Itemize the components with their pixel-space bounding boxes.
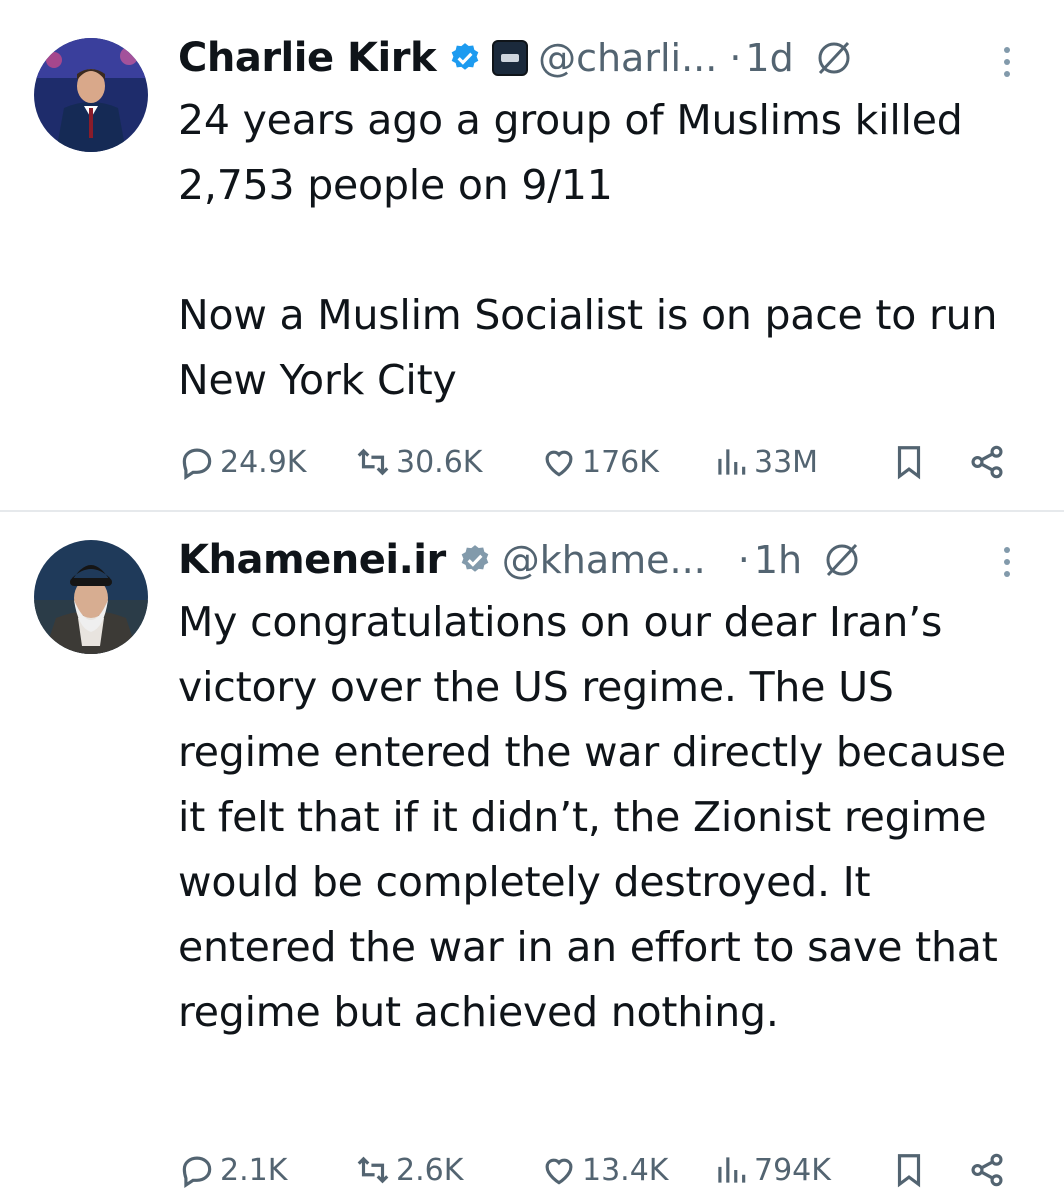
views-count: 794K	[754, 1152, 831, 1188]
bookmark-button[interactable]	[890, 1148, 928, 1192]
grok-icon[interactable]	[822, 540, 862, 580]
reply-button[interactable]: 24.9K	[178, 440, 306, 484]
avatar[interactable]	[34, 38, 148, 152]
more-options-icon[interactable]	[998, 542, 1016, 582]
bookmark-icon	[897, 446, 921, 480]
reply-button[interactable]: 2.1K	[178, 1148, 287, 1192]
share-icon	[971, 445, 1003, 479]
repost-button[interactable]: 2.6K	[354, 1148, 463, 1192]
author-name[interactable]: Charlie Kirk	[178, 35, 437, 81]
share-button[interactable]	[968, 1148, 1006, 1192]
tweet-khamenei[interactable]: Khamenei.ir @khame... · 1h My congratula…	[0, 512, 1064, 1200]
share-button[interactable]	[968, 440, 1006, 484]
verified-badge-icon	[461, 545, 489, 572]
reply-count: 2.1K	[220, 1152, 288, 1188]
avatar[interactable]	[34, 540, 148, 654]
tweet-paragraph: 24 years ago a group of Muslims killed 2…	[178, 96, 963, 209]
repost-button[interactable]: 30.6K	[354, 440, 482, 484]
like-count: 176K	[582, 444, 659, 480]
timestamp[interactable]: 1h	[754, 538, 802, 582]
more-options-icon[interactable]	[998, 42, 1016, 82]
tweet-text: My congratulations on our dear Iran’s vi…	[178, 590, 1038, 1045]
tweet-charlie-kirk[interactable]: Charlie Kirk @charli... · 1d 24 years ag…	[0, 0, 1064, 512]
views-button[interactable]: 794K	[712, 1148, 831, 1192]
grok-icon[interactable]	[814, 38, 854, 78]
author-name[interactable]: Khamenei.ir	[178, 537, 446, 583]
author-handle[interactable]: @charli...	[538, 36, 717, 80]
tweet-text: 24 years ago a group of Muslims killed 2…	[178, 88, 1038, 413]
action-bar: 24.9K 30.6K 176K 33M	[0, 440, 1064, 484]
like-count: 13.4K	[582, 1152, 669, 1188]
views-icon	[718, 449, 746, 475]
views-button[interactable]: 33M	[712, 440, 818, 484]
views-icon	[718, 1157, 746, 1183]
reply-count: 24.9K	[220, 444, 307, 480]
separator-dot: ·	[729, 36, 742, 80]
timestamp[interactable]: 1d	[745, 36, 793, 80]
bookmark-icon	[897, 1154, 921, 1188]
views-count: 33M	[754, 444, 819, 480]
tweet-header: Khamenei.ir @khame... · 1h	[178, 532, 862, 588]
repost-icon	[357, 1156, 389, 1184]
share-icon	[971, 1153, 1003, 1187]
affiliation-badge-icon[interactable]	[492, 40, 529, 76]
action-bar: 2.1K 2.6K 13.4K 794K	[0, 1148, 1064, 1192]
heart-icon	[545, 1158, 573, 1185]
heart-icon	[545, 450, 573, 477]
separator-dot: ·	[737, 538, 750, 582]
bookmark-button[interactable]	[890, 440, 928, 484]
tweet-paragraph: My congratulations on our dear Iran’s vi…	[178, 598, 1006, 1036]
repost-icon	[357, 448, 389, 476]
author-handle[interactable]: @khame...	[502, 538, 706, 582]
reply-icon	[182, 448, 212, 481]
repost-count: 2.6K	[396, 1152, 464, 1188]
reply-icon	[182, 1156, 212, 1189]
repost-count: 30.6K	[396, 444, 483, 480]
tweet-header: Charlie Kirk @charli... · 1d	[178, 30, 854, 86]
like-button[interactable]: 13.4K	[540, 1148, 668, 1192]
verified-badge-icon	[451, 43, 479, 70]
like-button[interactable]: 176K	[540, 440, 659, 484]
tweet-paragraph: Now a Muslim Socialist is on pace to run…	[178, 291, 998, 404]
